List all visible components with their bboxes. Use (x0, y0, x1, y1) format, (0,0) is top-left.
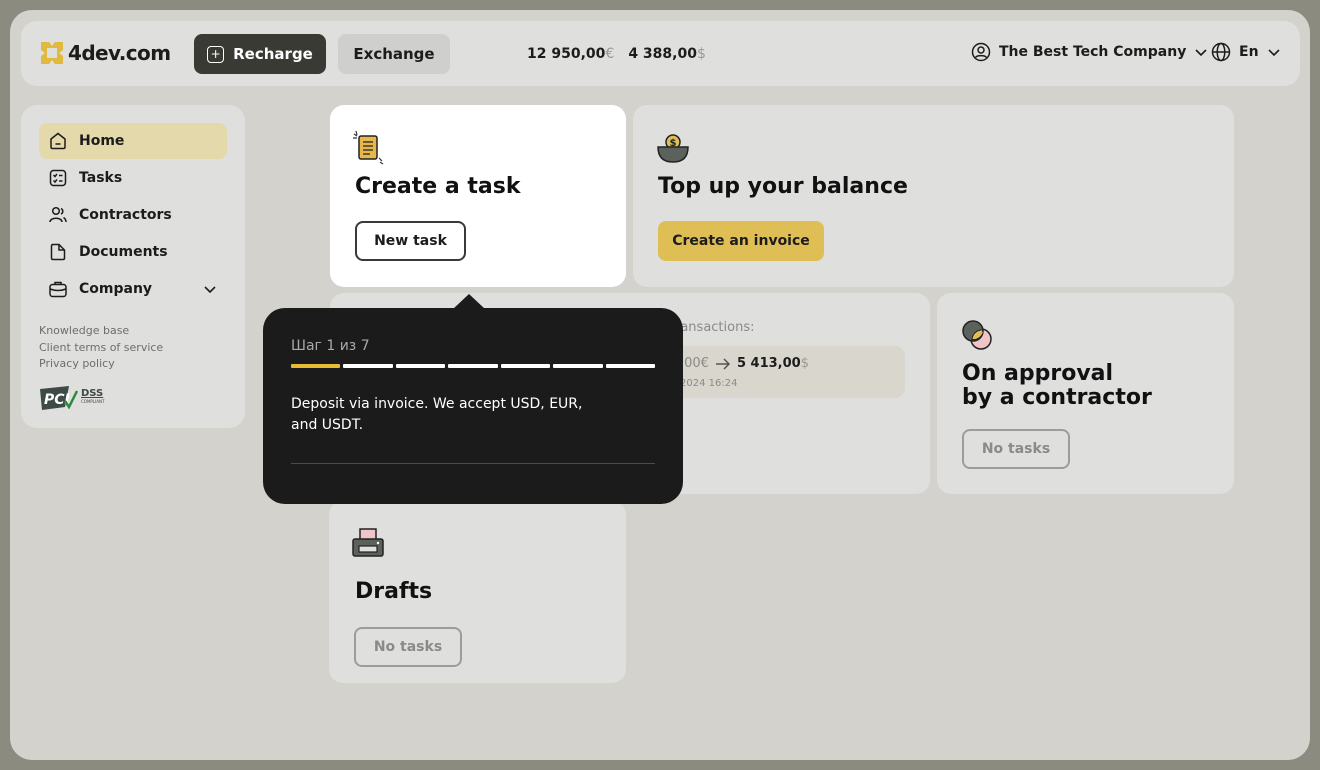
pci-dss-badge: PCI DSS COMPLIANT (39, 385, 104, 411)
balance-usd: 4 388,00$ (628, 46, 706, 62)
recharge-button[interactable]: + Recharge (194, 34, 326, 74)
privacy-policy-link[interactable]: Privacy policy (39, 356, 163, 373)
app-frame: 4dev.com + Recharge Exchange 12 950,00€ … (10, 10, 1310, 760)
progress-segment (395, 364, 446, 368)
recharge-label: Recharge (233, 45, 313, 63)
document-icon (50, 243, 66, 261)
language-selector[interactable]: En (1211, 42, 1281, 62)
exchange-button[interactable]: Exchange (338, 34, 450, 74)
language-label: En (1239, 44, 1259, 60)
pci-compliant-label: COMPLIANT (81, 399, 105, 404)
new-task-button[interactable]: New task (355, 221, 466, 261)
pci-dss-label: DSS (81, 388, 104, 399)
sidebar-item-label: Company (79, 281, 153, 297)
sidebar-item-label: Tasks (79, 170, 123, 186)
pci-logo: PCI (40, 386, 79, 410)
sidebar-item-company[interactable]: Company (39, 271, 227, 307)
chevron-down-icon (1195, 49, 1207, 57)
notepad-icon (353, 130, 384, 165)
currency-usd-symbol: $ (800, 356, 809, 371)
balance-eur: 12 950,00€ (527, 46, 614, 62)
globe-icon (1211, 42, 1231, 62)
transaction-amount-to-value: 5 413,00 (736, 356, 801, 371)
sidebar-links: Knowledge base Client terms of service P… (39, 323, 163, 373)
sidebar-item-label: Home (79, 133, 125, 149)
create-task-card: Create a task New task (330, 105, 626, 287)
knowledge-base-link[interactable]: Knowledge base (39, 323, 163, 340)
company-name: The Best Tech Company (999, 44, 1187, 60)
top-up-title: Top up your balance (658, 174, 908, 199)
balances: 12 950,00€ 4 388,00$ (527, 46, 706, 62)
approval-card: On approval by a contractor No tasks (937, 293, 1234, 494)
drafts-no-tasks-button[interactable]: No tasks (354, 627, 462, 667)
arrow-right-icon (715, 357, 731, 370)
progress-segment (448, 364, 498, 368)
progress-segment (605, 364, 655, 368)
approval-title: On approval by a contractor (962, 362, 1152, 410)
sidebar-item-tasks[interactable]: Tasks (39, 160, 227, 196)
balance-usd-value: 4 388,00 (628, 46, 697, 62)
drafts-card: Drafts No tasks (329, 501, 626, 683)
create-invoice-button[interactable]: Create an invoice (658, 221, 824, 261)
logo-icon (41, 42, 63, 64)
sidebar-item-home[interactable]: Home (39, 123, 227, 159)
chevron-down-icon[interactable] (203, 282, 217, 296)
top-bar: 4dev.com + Recharge Exchange 12 950,00€ … (21, 21, 1300, 86)
sidebar: Home Tasks Contractors Documents Company… (21, 105, 245, 428)
svg-text:PCI: PCI (44, 392, 70, 408)
create-task-title: Create a task (355, 174, 521, 199)
approval-title-line1: On approval (962, 361, 1114, 386)
top-up-card: $ Top up your balance Create an invoice (633, 105, 1234, 287)
money-bowl-icon: $ (657, 134, 689, 163)
transactions-label: ransactions: (675, 320, 755, 335)
printer-icon (352, 528, 384, 557)
sidebar-item-label: Contractors (79, 207, 172, 223)
transaction-amount: ,00€ 5 413,00$ (680, 356, 809, 371)
drafts-title: Drafts (355, 579, 433, 604)
logo-text: 4dev.com (68, 41, 171, 65)
pci-dss-text: DSS COMPLIANT (81, 388, 104, 404)
progress-segment (343, 364, 393, 368)
logo[interactable]: 4dev.com (39, 40, 171, 66)
progress-segment (500, 364, 551, 368)
progress-segment (553, 364, 603, 368)
tooltip-arrow (453, 294, 485, 309)
sidebar-item-label: Documents (79, 244, 168, 260)
terms-of-service-link[interactable]: Client terms of service (39, 340, 163, 357)
transaction-date: 2024 16:24 (680, 378, 738, 389)
tasks-icon (49, 169, 67, 187)
sidebar-item-contractors[interactable]: Contractors (39, 197, 227, 233)
approval-title-line2: by a contractor (962, 385, 1152, 410)
balance-eur-value: 12 950,00 (527, 46, 606, 62)
transaction-amount-to: 5 413,00$ (737, 356, 809, 371)
transaction-amount-from: ,00€ (680, 356, 709, 371)
plus-icon: + (207, 45, 225, 63)
user-circle-icon (971, 42, 991, 62)
tooltip-divider (291, 463, 655, 464)
circles-icon (962, 320, 992, 350)
tooltip-text: Deposit via invoice. We accept USD, EUR,… (291, 396, 583, 433)
onboarding-tooltip: Шаг 1 из 7 Deposit via invoice. We accep… (263, 294, 683, 504)
contractors-icon (49, 206, 67, 223)
currency-eur-symbol: € (605, 46, 615, 62)
step-indicator: Шаг 1 из 7 (291, 338, 370, 354)
sidebar-item-documents[interactable]: Documents (39, 234, 227, 270)
transaction-row[interactable]: ,00€ 5 413,00$ 2024 16:24 (660, 346, 905, 398)
home-icon (50, 132, 66, 150)
step-progress (291, 364, 655, 368)
briefcase-icon (49, 281, 67, 298)
company-selector[interactable]: The Best Tech Company (971, 42, 1208, 62)
progress-segment (291, 364, 341, 368)
approval-no-tasks-button[interactable]: No tasks (962, 429, 1070, 469)
chevron-down-icon (1267, 49, 1280, 57)
currency-usd-symbol: $ (696, 46, 706, 62)
